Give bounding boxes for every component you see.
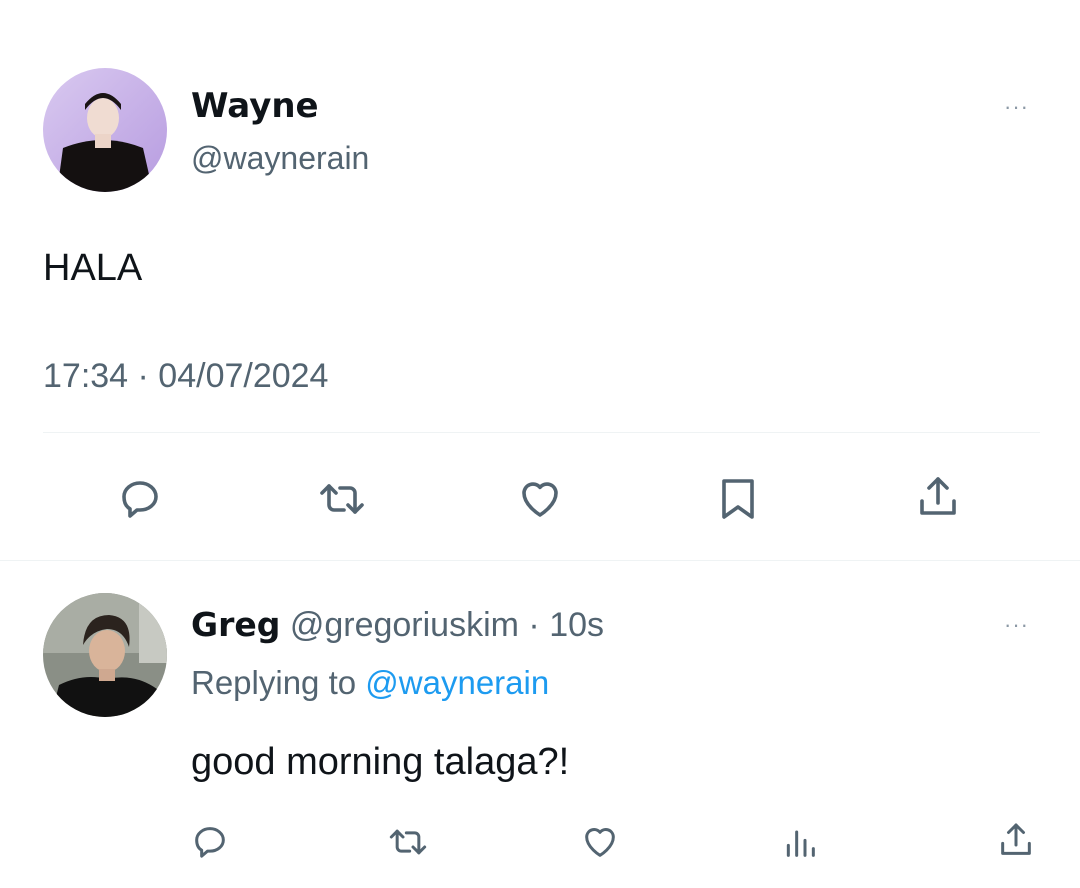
reply-share-icon[interactable] bbox=[994, 818, 1038, 862]
tweet-text: HALA bbox=[43, 247, 143, 289]
replying-to-handle-link[interactable]: @waynerain bbox=[365, 664, 549, 701]
reply-author-handle[interactable]: @gregoriuskim bbox=[290, 606, 519, 644]
author-name[interactable]: Wayne bbox=[191, 86, 319, 126]
bookmark-icon[interactable] bbox=[712, 473, 764, 525]
more-options-icon[interactable]: ··· bbox=[1004, 96, 1029, 118]
author-avatar[interactable] bbox=[43, 68, 167, 192]
reply-text: good morning talaga?! bbox=[191, 741, 570, 783]
like-icon[interactable] bbox=[514, 473, 566, 525]
reply-icon[interactable] bbox=[114, 473, 166, 525]
reply-reply-icon[interactable] bbox=[188, 820, 232, 864]
reply-time[interactable]: · 10s bbox=[528, 606, 604, 644]
replying-to: Replying to @waynerain bbox=[191, 664, 549, 702]
divider bbox=[43, 432, 1040, 433]
reply-retweet-icon[interactable] bbox=[384, 820, 432, 864]
section-divider bbox=[0, 560, 1080, 561]
reply-like-icon[interactable] bbox=[578, 820, 622, 864]
author-handle[interactable]: @waynerain bbox=[191, 140, 369, 177]
share-icon[interactable] bbox=[912, 471, 964, 523]
reply-author-avatar[interactable] bbox=[43, 593, 167, 717]
reply-views-icon[interactable] bbox=[778, 820, 822, 864]
tweet-timestamp: 17:34 · 04/07/2024 bbox=[43, 357, 329, 395]
reply-more-options-icon[interactable]: ··· bbox=[1004, 614, 1029, 636]
retweet-icon[interactable] bbox=[314, 473, 370, 525]
replying-to-label: Replying to bbox=[191, 664, 357, 701]
reply-header: Greg @gregoriuskim · 10s bbox=[191, 605, 604, 645]
reply-author-name[interactable]: Greg bbox=[191, 605, 280, 644]
